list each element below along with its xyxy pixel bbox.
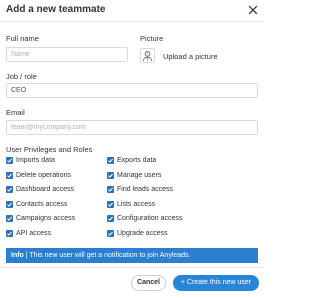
checkbox-label: Manage users <box>117 172 162 179</box>
checkbox-label: Exports data <box>117 157 157 164</box>
checkbox-checked-icon[interactable] <box>6 201 13 208</box>
full-name-label: Full name <box>6 34 39 43</box>
checkbox-label: Delete operations <box>16 172 71 179</box>
email-input[interactable] <box>6 120 258 135</box>
user-avatar-icon[interactable] <box>140 48 155 63</box>
info-message: | This new user will get a notification … <box>23 252 191 259</box>
checkbox-checked-icon[interactable] <box>6 230 13 237</box>
checkbox-checked-icon[interactable] <box>107 215 114 222</box>
privileges-heading: User Privileges and Roles <box>6 145 93 154</box>
checkbox-checked-icon[interactable] <box>107 230 114 237</box>
info-banner: Info | This new user will get a notifica… <box>6 248 258 263</box>
checkbox-checked-icon[interactable] <box>107 172 114 179</box>
checkbox-label: Imports data <box>16 157 55 164</box>
close-icon[interactable] <box>247 3 259 15</box>
checkbox-label: Lists access <box>117 201 156 208</box>
email-label: Email <box>6 108 25 117</box>
checkbox-label: API access <box>16 230 52 237</box>
checkbox-checked-icon[interactable] <box>6 157 13 164</box>
checkbox-label: Configuration access <box>117 215 183 222</box>
upload-picture-link[interactable]: Upload a picture <box>163 52 218 61</box>
checkbox-label: Find leads access <box>117 186 174 193</box>
checkbox-checked-icon[interactable] <box>6 186 13 193</box>
job-role-input[interactable] <box>6 83 258 98</box>
checkbox-label: Upgrade access <box>117 230 168 237</box>
full-name-input[interactable] <box>6 47 128 62</box>
picture-label: Picture <box>140 34 164 43</box>
create-user-button[interactable]: + Create this new user <box>173 275 259 291</box>
checkbox-checked-icon[interactable] <box>107 201 114 208</box>
job-role-label: Job / role <box>6 72 37 81</box>
checkbox-checked-icon[interactable] <box>6 172 13 179</box>
checkbox-label: Campaigns access <box>16 215 76 222</box>
dialog-title: Add a new teammate <box>6 4 106 15</box>
checkbox-checked-icon[interactable] <box>6 215 13 222</box>
dialog-header: Add a new teammate <box>0 0 264 22</box>
checkbox-label: Contacts access <box>16 201 68 208</box>
checkbox-checked-icon[interactable] <box>107 186 114 193</box>
checkbox-checked-icon[interactable] <box>107 157 114 164</box>
footer-divider <box>0 267 264 268</box>
add-teammate-dialog: Add a new teammate Full name Picture Upl… <box>0 0 264 298</box>
cancel-button[interactable]: Cancel <box>131 275 166 291</box>
checkbox-label: Dashboard access <box>16 186 74 193</box>
info-tag: Info <box>11 252 24 259</box>
